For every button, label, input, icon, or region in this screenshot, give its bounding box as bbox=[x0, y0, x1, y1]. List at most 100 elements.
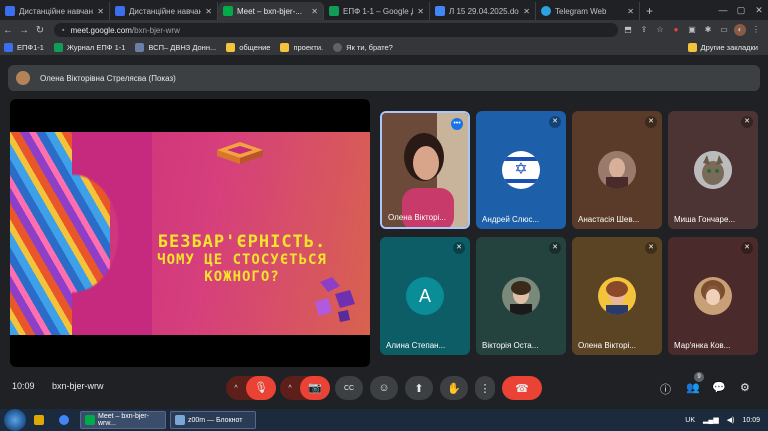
mic-muted-icon: ✕ bbox=[741, 116, 753, 128]
tab-close-icon[interactable]: ✕ bbox=[311, 7, 318, 16]
participant-avatar bbox=[598, 151, 636, 189]
leave-call-button[interactable]: ☎ bbox=[502, 376, 542, 400]
other-bookmarks-label: Другие закладки bbox=[700, 43, 758, 52]
volume-icon[interactable]: ◀) bbox=[727, 416, 735, 424]
tab-close-icon[interactable]: ✕ bbox=[205, 7, 212, 16]
bookmark-label: проекти. bbox=[293, 43, 324, 52]
tab-close-icon[interactable]: ✕ bbox=[97, 7, 104, 16]
tab-telegram[interactable]: Telegram Web ✕ bbox=[536, 2, 640, 20]
slide-title-line1: БЕЗБАР'ЄРНІСТЬ. bbox=[157, 232, 327, 252]
bookmark-folder-communication[interactable]: общение bbox=[226, 43, 270, 52]
emoji-button[interactable]: ☺ bbox=[370, 376, 398, 400]
meeting-info-icon[interactable]: ⓘ bbox=[660, 381, 671, 397]
extension-icon[interactable]: ▣ bbox=[686, 24, 698, 36]
present-screen-button[interactable]: ⬆ bbox=[405, 376, 433, 400]
bookmark-how-are-you[interactable]: Як ти, брате? bbox=[333, 43, 393, 52]
url-field[interactable]: ▪ meet.google.com /bxn-bjer-wrw bbox=[54, 23, 618, 37]
more-options-button[interactable]: ⋮ bbox=[475, 376, 495, 400]
profile-avatar-icon[interactable]: ◐ bbox=[734, 24, 746, 36]
notepad-icon bbox=[175, 415, 185, 425]
participant-name: Миша Гончаре... bbox=[674, 215, 736, 224]
mic-muted-icon: ✕ bbox=[645, 116, 657, 128]
participant-video bbox=[382, 113, 468, 227]
participant-name: Олена Вікторі... bbox=[388, 213, 446, 222]
bookmark-favicon-icon bbox=[4, 43, 13, 52]
participant-name: Анастасія Шев... bbox=[578, 215, 640, 224]
other-bookmarks[interactable]: Другие закладки bbox=[687, 43, 758, 52]
cast-icon[interactable]: ⬒ bbox=[622, 24, 634, 36]
tab-distance-learning-2[interactable]: Дистанційне навчанн ✕ bbox=[110, 2, 218, 20]
extensions-puzzle-icon[interactable]: ✱ bbox=[702, 24, 714, 36]
video-options-chevron-icon[interactable]: ^ bbox=[280, 385, 300, 392]
slide-title-line2: ЧОМУ ЦЕ СТОСУЄТЬСЯ bbox=[157, 252, 327, 269]
back-icon[interactable]: ← bbox=[0, 25, 16, 36]
url-host: meet.google.com bbox=[70, 25, 132, 35]
participant-tile-maryanka[interactable]: ✕ Мар'янка Ков... bbox=[668, 237, 758, 355]
participant-tile-olena-1[interactable]: ••• Олена Вікторі... bbox=[380, 111, 470, 229]
tab-title: Дистанційне навчанн bbox=[129, 6, 202, 16]
maximize-icon[interactable]: ▢ bbox=[732, 0, 750, 20]
minimize-icon[interactable]: — bbox=[714, 0, 732, 20]
participant-tile-anastasia[interactable]: ✕ Анастасія Шев... bbox=[572, 111, 662, 229]
taskbar-clock[interactable]: 10:09 bbox=[742, 417, 760, 424]
extension-record-icon[interactable]: ● bbox=[670, 24, 682, 36]
sheets-favicon-icon bbox=[329, 6, 339, 16]
people-icon[interactable]: 👥 bbox=[686, 381, 700, 394]
meet-window: Олена Вікторівна Стрелясва (Показ) БЕЗБА… bbox=[0, 57, 768, 409]
tab-close-icon[interactable]: ✕ bbox=[417, 7, 424, 16]
bookmark-star-icon[interactable]: ☆ bbox=[654, 24, 666, 36]
participant-tile-alina[interactable]: A ✕ Алина Степан... bbox=[380, 237, 470, 355]
bookmark-vsp[interactable]: ВСП– ДВНЗ Донн... bbox=[135, 43, 216, 52]
start-button[interactable] bbox=[4, 409, 26, 431]
tab-meet[interactable]: Meet – bxn-bjer-... ✕ bbox=[218, 2, 324, 20]
new-tab-button[interactable]: + bbox=[640, 2, 659, 20]
network-icon[interactable]: ▂▄▆ bbox=[703, 416, 719, 424]
captions-button[interactable]: CC bbox=[335, 376, 363, 400]
participant-tile-viktoria[interactable]: ✕ Вікторія Оста... bbox=[476, 237, 566, 355]
participant-name: Андрей Слюс... bbox=[482, 215, 540, 224]
chrome-icon bbox=[59, 415, 69, 425]
chat-icon[interactable]: 💬 bbox=[712, 381, 726, 394]
bookmark-folder-projects[interactable]: проекти. bbox=[280, 43, 323, 52]
activities-icon[interactable]: ⚙ bbox=[740, 381, 750, 394]
taskbar-notepad[interactable]: z00m — Блокнот bbox=[170, 411, 256, 429]
camera-off-button[interactable]: 📷 bbox=[300, 376, 330, 400]
mic-off-button[interactable]: 🎙 bbox=[246, 376, 276, 400]
language-indicator[interactable]: UK bbox=[685, 417, 695, 424]
bookmark-journal[interactable]: Журнал ЕПФ 1-1 bbox=[53, 43, 125, 52]
forward-icon[interactable]: → bbox=[16, 25, 32, 36]
participant-tile-andrey[interactable]: ✡ ✕ Андрей Слюс... bbox=[476, 111, 566, 229]
tab-google-docs[interactable]: ЕПФ 1-1 – Google Д ✕ bbox=[324, 2, 430, 20]
bookmark-favicon-icon bbox=[333, 43, 343, 52]
audio-options-chevron-icon[interactable]: ^ bbox=[226, 385, 246, 392]
taskbar-explorer[interactable] bbox=[30, 411, 51, 429]
tab-distance-learning-1[interactable]: Дистанційне навчанн ✕ bbox=[0, 2, 110, 20]
participant-tile-olena-2[interactable]: ✕ Олена Вікторі... bbox=[572, 237, 662, 355]
presentation-slide: БЕЗБАР'ЄРНІСТЬ. ЧОМУ ЦЕ СТОСУЄТЬСЯ КОЖНО… bbox=[10, 132, 370, 335]
tab-close-icon[interactable]: ✕ bbox=[627, 7, 634, 16]
url-path: /bxn-bjer-wrw bbox=[131, 25, 180, 35]
participant-tile-misha[interactable]: ✕ Миша Гончаре... bbox=[668, 111, 758, 229]
slide-cubes-graphic bbox=[315, 277, 355, 322]
speaking-indicator-icon: ••• bbox=[451, 118, 463, 130]
reload-icon[interactable]: ↻ bbox=[32, 25, 48, 36]
mic-muted-icon: ✕ bbox=[453, 242, 465, 254]
taskbar-chrome[interactable] bbox=[55, 411, 76, 429]
taskbar-meet-window[interactable]: Meet – bxn-bjer-wrw... bbox=[80, 411, 166, 429]
browser-menu-icon[interactable]: ⋮ bbox=[750, 24, 762, 36]
extension-toolbar: ⬒ ⇪ ☆ ● ▣ ✱ ▭ ◐ ⋮ bbox=[622, 24, 768, 36]
presentation-stage[interactable]: БЕЗБАР'ЄРНІСТЬ. ЧОМУ ЦЕ СТОСУЄТЬСЯ КОЖНО… bbox=[10, 99, 370, 367]
share-icon[interactable]: ⇪ bbox=[638, 24, 650, 36]
close-window-icon[interactable]: ✕ bbox=[750, 0, 768, 20]
bookmark-favicon-icon bbox=[53, 43, 63, 52]
tab-close-icon[interactable]: ✕ bbox=[523, 7, 530, 16]
meet-icon bbox=[85, 415, 95, 425]
tab-title: Meet – bxn-bjer-... bbox=[237, 6, 302, 16]
star-of-david-icon: ✡ bbox=[514, 161, 528, 178]
presenter-avatar bbox=[16, 71, 30, 85]
bookmark-epf[interactable]: ЕПФ1-1 bbox=[4, 43, 44, 52]
side-panel-icon[interactable]: ▭ bbox=[718, 24, 730, 36]
raise-hand-button[interactable]: ✋ bbox=[440, 376, 468, 400]
site-info-icon[interactable]: ▪ bbox=[62, 27, 64, 34]
tab-docx[interactable]: Л 15 29.04.2025.docx ✕ bbox=[430, 2, 536, 20]
